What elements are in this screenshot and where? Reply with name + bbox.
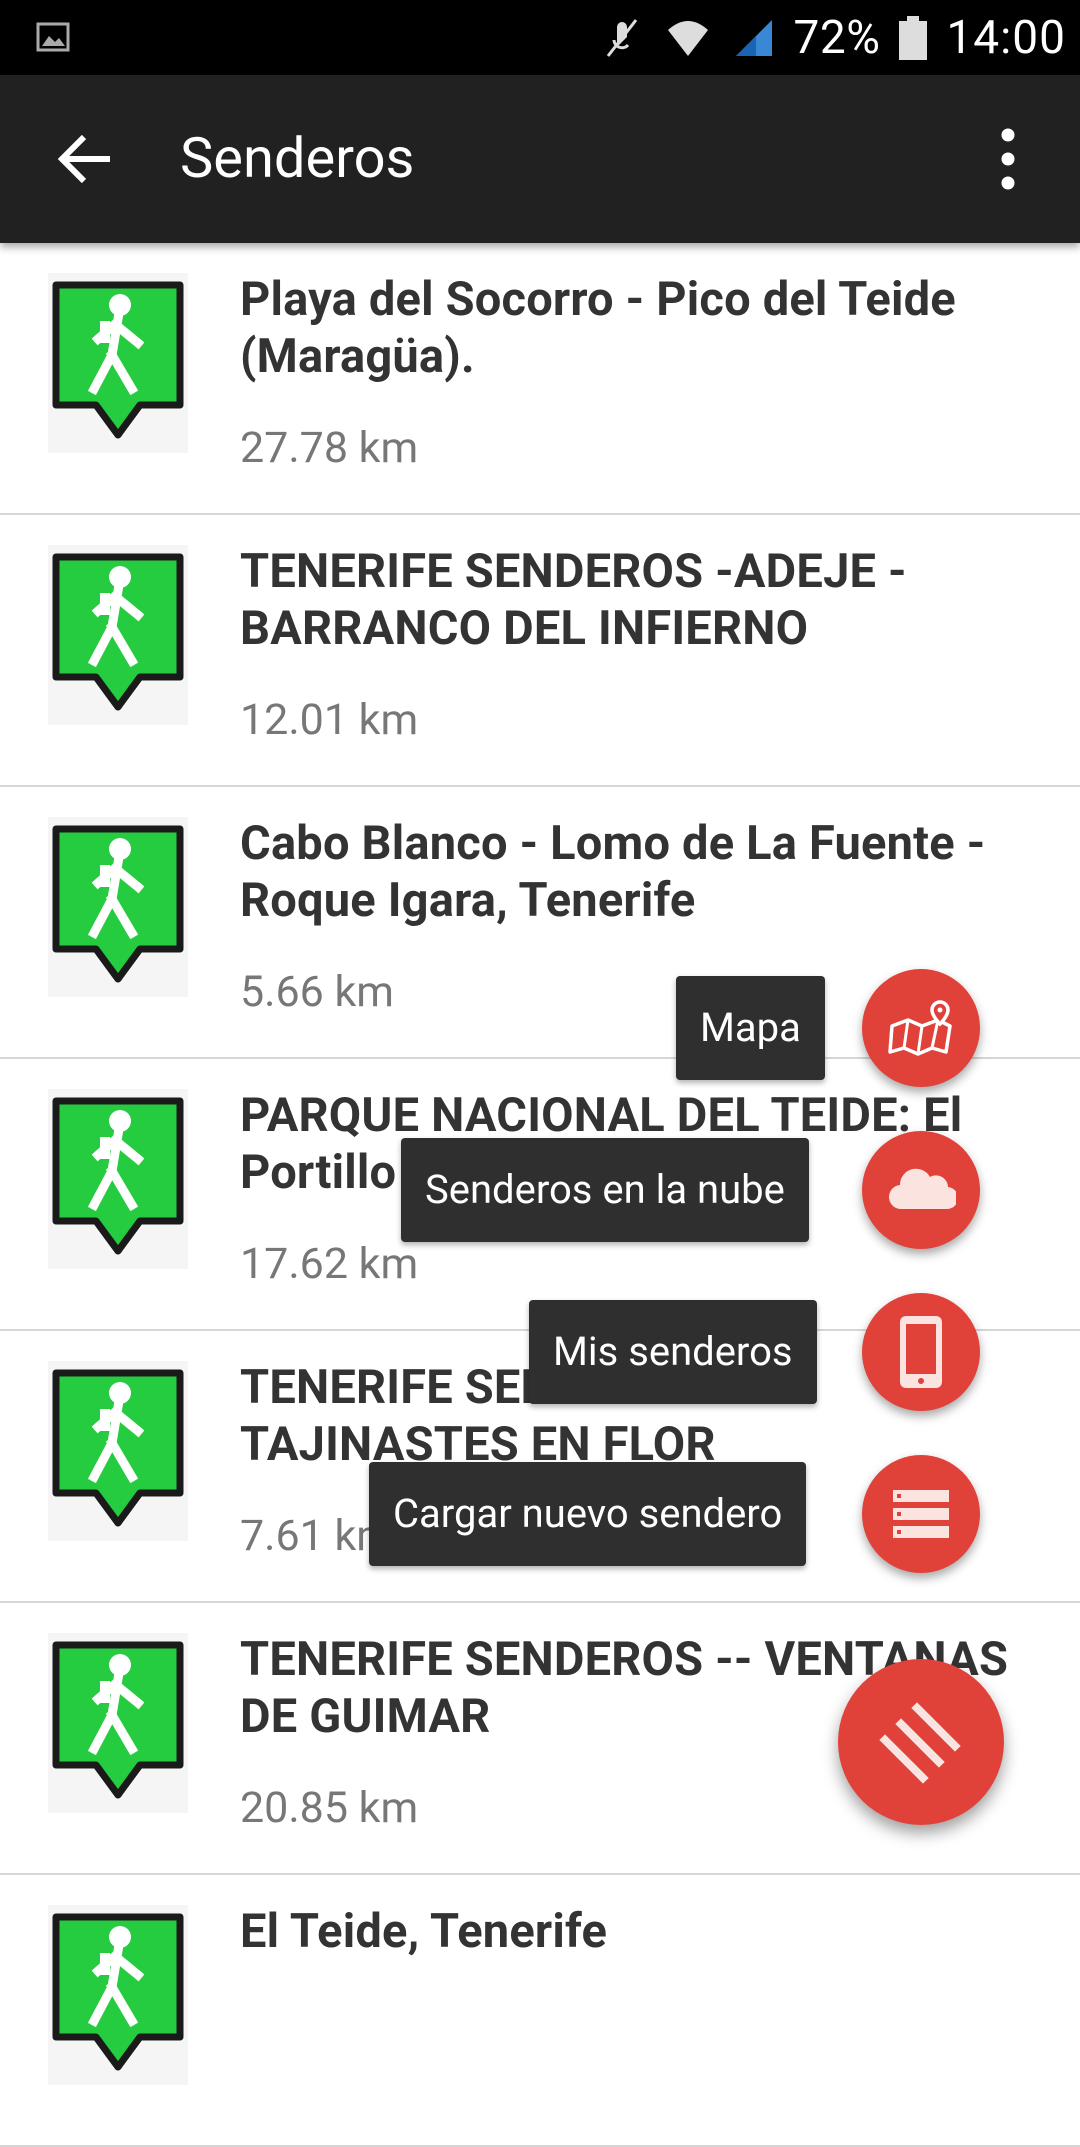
trail-title: Cabo Blanco - Lomo de La Fuente - Roque …	[240, 816, 986, 928]
trail-item[interactable]: TENERIFE SENDEROS -ADEJE - BARRANCO DEL …	[0, 515, 1080, 787]
hiker-pin-icon	[48, 1905, 188, 2085]
battery-percent: 72%	[793, 10, 881, 65]
tooltip-cargar-nuevo[interactable]: Cargar nuevo sendero	[369, 1462, 807, 1566]
battery-icon	[899, 15, 928, 60]
trail-item[interactable]: El Teide, Tenerife	[0, 1875, 1080, 2147]
tooltip-senderos-nube[interactable]: Senderos en la nube	[401, 1138, 809, 1242]
list-icon	[893, 1490, 949, 1538]
tooltip-mis-senderos[interactable]: Mis senderos	[529, 1300, 817, 1404]
phone-button[interactable]	[862, 1293, 980, 1411]
trail-distance: 20.85 km	[240, 1783, 419, 1833]
trail-distance: 27.78 km	[240, 423, 419, 473]
app-bar: Senderos	[0, 75, 1080, 243]
trail-distance: 12.01 km	[240, 695, 419, 745]
tooltip-mapa[interactable]: Mapa	[676, 976, 825, 1080]
stripes-icon	[879, 1702, 961, 1784]
hiker-pin-icon	[48, 1633, 188, 1813]
map-icon	[888, 1000, 952, 1056]
trail-title: TENERIFE SENDEROS -ADEJE - BARRANCO DEL …	[240, 544, 907, 656]
hiker-pin-icon	[48, 1089, 188, 1269]
phone-icon	[900, 1316, 942, 1388]
hiker-pin-icon	[48, 273, 188, 453]
cloud-icon	[889, 1168, 956, 1210]
page-title: Senderos	[180, 125, 415, 191]
trail-distance: 17.62 km	[240, 1239, 419, 1289]
trail-title: Playa del Socorro - Pico del Teide (Mara…	[240, 272, 956, 384]
status-bar: 72% 14:00	[0, 0, 1080, 75]
upload-trail-button[interactable]	[862, 1455, 980, 1573]
wifi-icon	[667, 20, 708, 56]
trail-distance: 5.66 km	[240, 967, 395, 1017]
speed-dial-fab[interactable]	[838, 1659, 1004, 1825]
hiker-pin-icon	[48, 1361, 188, 1541]
image-icon	[36, 22, 70, 52]
signal-icon	[735, 19, 772, 56]
trail-title: El Teide, Tenerife	[240, 1904, 608, 1959]
mute-icon	[606, 18, 637, 57]
map-button[interactable]	[862, 969, 980, 1087]
hiker-pin-icon	[48, 545, 188, 725]
cloud-button[interactable]	[862, 1131, 980, 1249]
arrow-back-icon[interactable]	[56, 133, 112, 185]
trail-item[interactable]: Playa del Socorro - Pico del Teide (Mara…	[0, 243, 1080, 515]
clock: 14:00	[946, 10, 1066, 65]
hiker-pin-icon	[48, 817, 188, 997]
more-vert-icon[interactable]	[996, 127, 1020, 191]
